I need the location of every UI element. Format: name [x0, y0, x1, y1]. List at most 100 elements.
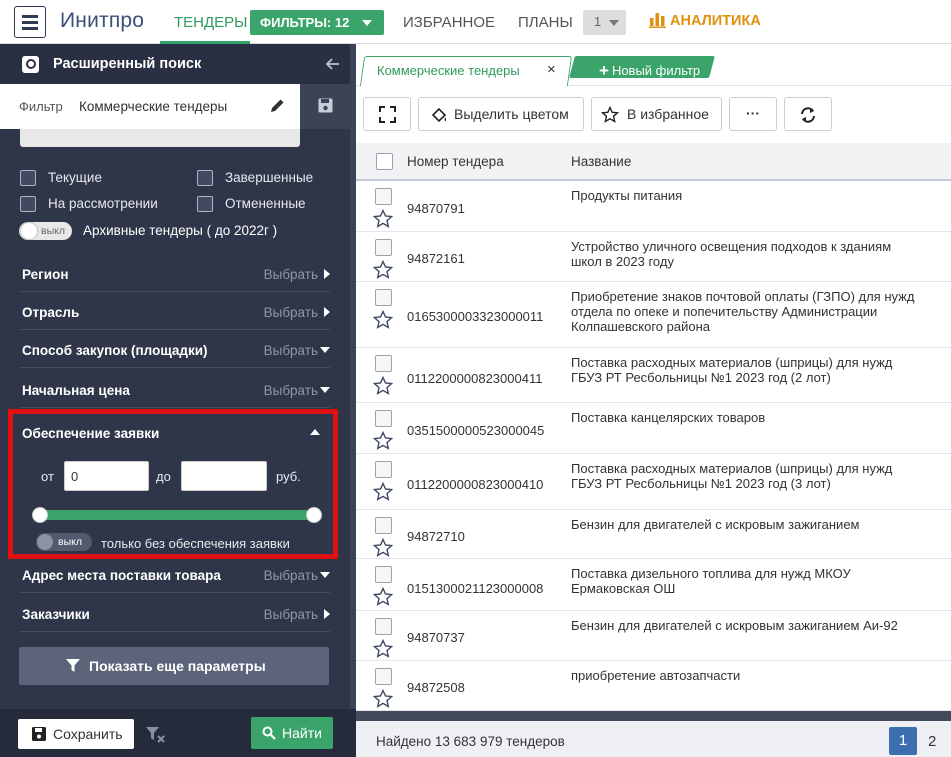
- save-filter-icon-button[interactable]: [300, 84, 350, 129]
- tender-name[interactable]: Поставка канцелярских товаров: [571, 410, 949, 425]
- plans-select[interactable]: 1: [583, 10, 626, 35]
- keyword-search-input[interactable]: [20, 129, 300, 147]
- row-checkbox[interactable]: [375, 188, 392, 205]
- no-guarantee-toggle[interactable]: выкл: [36, 533, 92, 551]
- find-button[interactable]: Найти: [251, 717, 333, 749]
- section-customers[interactable]: Заказчики Выбрать: [20, 594, 330, 632]
- row-checkbox[interactable]: [375, 289, 392, 306]
- table-row[interactable]: 0112200000823000410 Поставка расходных ма…: [356, 454, 951, 510]
- row-checkbox[interactable]: [375, 618, 392, 635]
- pencil-icon[interactable]: [269, 97, 286, 114]
- tender-number[interactable]: 94870737: [407, 630, 465, 645]
- tender-number[interactable]: 0151300021123000008: [407, 581, 543, 596]
- star-icon[interactable]: [372, 688, 394, 711]
- guarantee-range-track[interactable]: [40, 510, 318, 520]
- tender-number[interactable]: 94872710: [407, 529, 465, 544]
- app-logo[interactable]: Инитпро: [60, 9, 144, 33]
- section-procurement-method[interactable]: Способ закупок (площадки) Выбрать: [20, 330, 330, 368]
- more-actions-button[interactable]: ···: [729, 97, 777, 131]
- star-icon[interactable]: [372, 586, 394, 610]
- refresh-button[interactable]: [784, 97, 832, 131]
- tender-name-line: Поставка дизельного топлива для нужд МКО…: [571, 566, 851, 581]
- nav-analytics[interactable]: АНАЛИТИКА: [649, 12, 761, 29]
- star-icon[interactable]: [372, 375, 394, 399]
- column-header-number[interactable]: Номер тендера: [407, 154, 504, 169]
- tender-number[interactable]: 0112200000823000411: [407, 371, 542, 386]
- row-checkbox[interactable]: [375, 668, 392, 685]
- table-row[interactable]: 0112200000823000411 Поставка расходных ма…: [356, 348, 951, 403]
- tender-name[interactable]: Бензин для двигателей с искровым зажиган…: [571, 517, 949, 532]
- table-row[interactable]: 94872508 приобретение автозапчасти: [356, 661, 951, 711]
- tender-name[interactable]: Приобретение знаков почтовой оплаты (ГЗП…: [571, 289, 949, 334]
- guarantee-from-input[interactable]: 0: [64, 461, 149, 491]
- section-delivery-address[interactable]: Адрес места поставки товара Выбрать: [20, 555, 330, 593]
- add-to-favorites-button[interactable]: В избранное: [591, 97, 722, 131]
- plus-icon: +: [599, 61, 609, 80]
- column-header-name[interactable]: Название: [571, 154, 631, 169]
- row-checkbox[interactable]: [375, 566, 392, 583]
- table-row[interactable]: 0351500000523000045 Поставка канцелярских…: [356, 403, 951, 454]
- star-icon[interactable]: [372, 537, 394, 561]
- tender-number[interactable]: 0112200000823000410: [407, 477, 543, 492]
- table-row[interactable]: 94872161 Устройство уличного освещения по…: [356, 232, 951, 282]
- arrow-left-icon[interactable]: [324, 55, 342, 73]
- tender-name[interactable]: Поставка расходных материалов (шприцы) д…: [571, 355, 949, 385]
- show-more-params-button[interactable]: Показать еще параметры: [19, 647, 329, 685]
- nav-favorites[interactable]: ИЗБРАННОЕ: [403, 14, 495, 31]
- nav-plans[interactable]: ПЛАНЫ: [518, 14, 573, 31]
- guarantee-title[interactable]: Обеспечение заявки: [22, 426, 159, 441]
- horizontal-scrollbar[interactable]: [356, 711, 951, 721]
- menu-icon[interactable]: [14, 6, 46, 38]
- table-row[interactable]: 0151300021123000008 Поставка дизельного т…: [356, 559, 951, 611]
- fullscreen-button[interactable]: [363, 97, 411, 131]
- star-icon[interactable]: [372, 259, 394, 283]
- table-row[interactable]: 94872710 Бензин для двигателей с искровым…: [356, 510, 951, 559]
- tender-number[interactable]: 94872161: [407, 251, 465, 266]
- guarantee-to-input[interactable]: [181, 461, 267, 491]
- tender-name[interactable]: Устройство уличного освещения подходов к…: [571, 239, 949, 269]
- row-checkbox[interactable]: [375, 239, 392, 256]
- tender-name[interactable]: Продукты питания: [571, 188, 949, 203]
- section-industry[interactable]: Отрасль Выбрать: [20, 292, 330, 330]
- advanced-search-sidebar: Расширенный поиск Фильтр Коммерческие те…: [0, 44, 350, 709]
- section-region[interactable]: Регион Выбрать: [20, 254, 330, 292]
- row-checkbox[interactable]: [375, 355, 392, 372]
- tender-name[interactable]: приобретение автозапчасти: [571, 668, 949, 683]
- table-row[interactable]: 94870791 Продукты питания: [356, 181, 951, 232]
- table-row[interactable]: 94870737 Бензин для двигателей с искровым…: [356, 611, 951, 661]
- star-icon[interactable]: [372, 638, 394, 662]
- filters-dropdown-button[interactable]: ФИЛЬТРЫ: 12: [250, 10, 384, 35]
- row-checkbox[interactable]: [375, 461, 392, 478]
- save-button[interactable]: Сохранить: [18, 719, 134, 749]
- row-checkbox[interactable]: [375, 517, 392, 534]
- tab-commercial-tenders-label[interactable]: Коммерческие тендеры: [377, 63, 520, 78]
- clear-filter-icon[interactable]: [146, 726, 166, 744]
- tender-name[interactable]: Бензин для двигателей с искровым зажиган…: [571, 618, 949, 633]
- results-count: Найдено 13 683 979 тендеров: [376, 734, 565, 749]
- range-handle-max[interactable]: [306, 507, 322, 523]
- row-checkbox[interactable]: [375, 410, 392, 427]
- section-start-price[interactable]: Начальная цена Выбрать: [20, 370, 330, 408]
- filter-value: Коммерческие тендеры: [79, 99, 228, 114]
- tender-name[interactable]: Поставка дизельного топлива для нужд МКО…: [571, 566, 949, 596]
- chevron-up-icon[interactable]: [310, 429, 320, 435]
- new-filter-tab-label[interactable]: + Новый фильтр: [599, 61, 700, 81]
- star-icon[interactable]: [372, 208, 394, 232]
- star-icon[interactable]: [372, 430, 394, 454]
- nav-tenders[interactable]: ТЕНДЕРЫ: [160, 0, 250, 44]
- tender-number[interactable]: 0165300003323000011: [407, 309, 543, 324]
- close-tab-icon[interactable]: ×: [547, 61, 556, 78]
- page-1-button[interactable]: 1: [889, 727, 917, 755]
- tender-number[interactable]: 94870791: [407, 201, 465, 216]
- highlight-color-button[interactable]: Выделить цветом: [418, 97, 584, 131]
- tender-name[interactable]: Поставка расходных материалов (шприцы) д…: [571, 461, 949, 491]
- select-all-checkbox[interactable]: [376, 153, 393, 170]
- tender-number[interactable]: 0351500000523000045: [407, 423, 544, 438]
- range-handle-min[interactable]: [32, 507, 48, 523]
- tender-number[interactable]: 94872508: [407, 680, 465, 695]
- star-icon[interactable]: [372, 481, 394, 505]
- archive-toggle[interactable]: выкл: [19, 222, 72, 240]
- table-row[interactable]: 0165300003323000011 Приобретение знаков п…: [356, 282, 951, 348]
- star-icon[interactable]: [372, 309, 394, 333]
- page-2-button[interactable]: 2: [928, 733, 936, 750]
